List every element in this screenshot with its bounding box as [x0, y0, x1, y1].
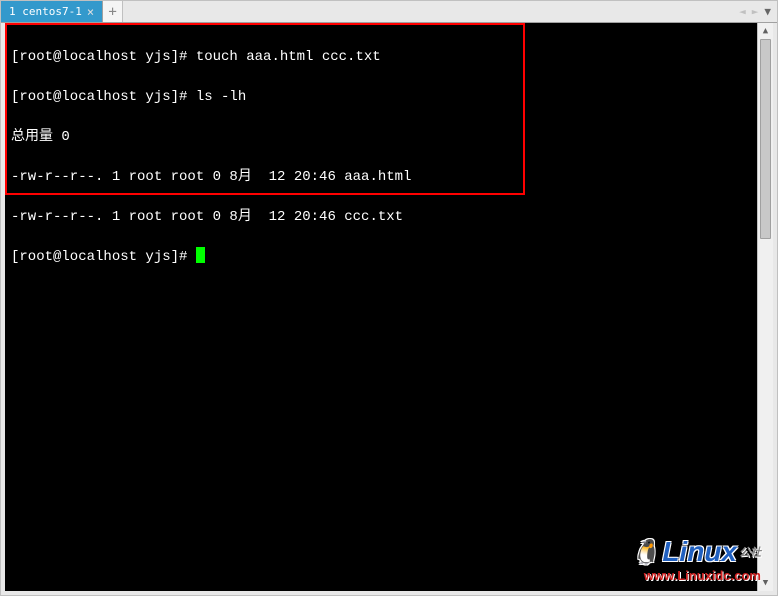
- terminal-line: -rw-r--r--. 1 root root 0 8月 12 20:46 aa…: [11, 167, 767, 187]
- watermark-logo: 🐧 Linux 公社: [630, 536, 761, 568]
- tab-close-icon[interactable]: ×: [87, 6, 94, 18]
- terminal-content: [root@localhost yjs]# touch aaa.html ccc…: [5, 23, 773, 311]
- plus-icon: +: [108, 4, 116, 20]
- tab-bar: 1 centos7-1 × + ◄ ► ▼: [1, 1, 777, 23]
- terminal-line: [root@localhost yjs]# touch aaa.html ccc…: [11, 47, 767, 67]
- scrollbar-down-icon[interactable]: ▼: [758, 575, 773, 591]
- penguin-icon: 🐧: [630, 538, 660, 567]
- terminal-prompt-line: [root@localhost yjs]#: [11, 247, 767, 267]
- nav-left-icon[interactable]: ◄: [737, 5, 748, 18]
- tab-centos7-1[interactable]: 1 centos7-1 ×: [1, 1, 103, 22]
- cursor-icon: [196, 247, 205, 263]
- terminal-window: 1 centos7-1 × + ◄ ► ▼ [root@localhost yj…: [0, 0, 778, 596]
- watermark: 🐧 Linux 公社 www.Linuxidc.com: [630, 536, 761, 583]
- watermark-brand: Linux: [662, 536, 737, 568]
- nav-right-icon[interactable]: ►: [750, 5, 761, 18]
- scrollbar-thumb[interactable]: [760, 39, 771, 239]
- watermark-url: www.Linuxidc.com: [630, 568, 761, 583]
- terminal-line: -rw-r--r--. 1 root root 0 8月 12 20:46 cc…: [11, 207, 767, 227]
- tab-nav-controls: ◄ ► ▼: [737, 1, 773, 22]
- tab-add-button[interactable]: +: [103, 1, 123, 22]
- vertical-scrollbar[interactable]: ▲ ▼: [757, 23, 773, 591]
- terminal-prompt: [root@localhost yjs]#: [11, 249, 196, 265]
- nav-dropdown-icon[interactable]: ▼: [762, 5, 773, 18]
- scrollbar-up-icon[interactable]: ▲: [758, 23, 773, 39]
- tab-label: 1 centos7-1: [9, 5, 82, 18]
- terminal-line: 总用量 0: [11, 127, 767, 147]
- terminal-line: [root@localhost yjs]# ls -lh: [11, 87, 767, 107]
- terminal-area[interactable]: [root@localhost yjs]# touch aaa.html ccc…: [1, 23, 777, 595]
